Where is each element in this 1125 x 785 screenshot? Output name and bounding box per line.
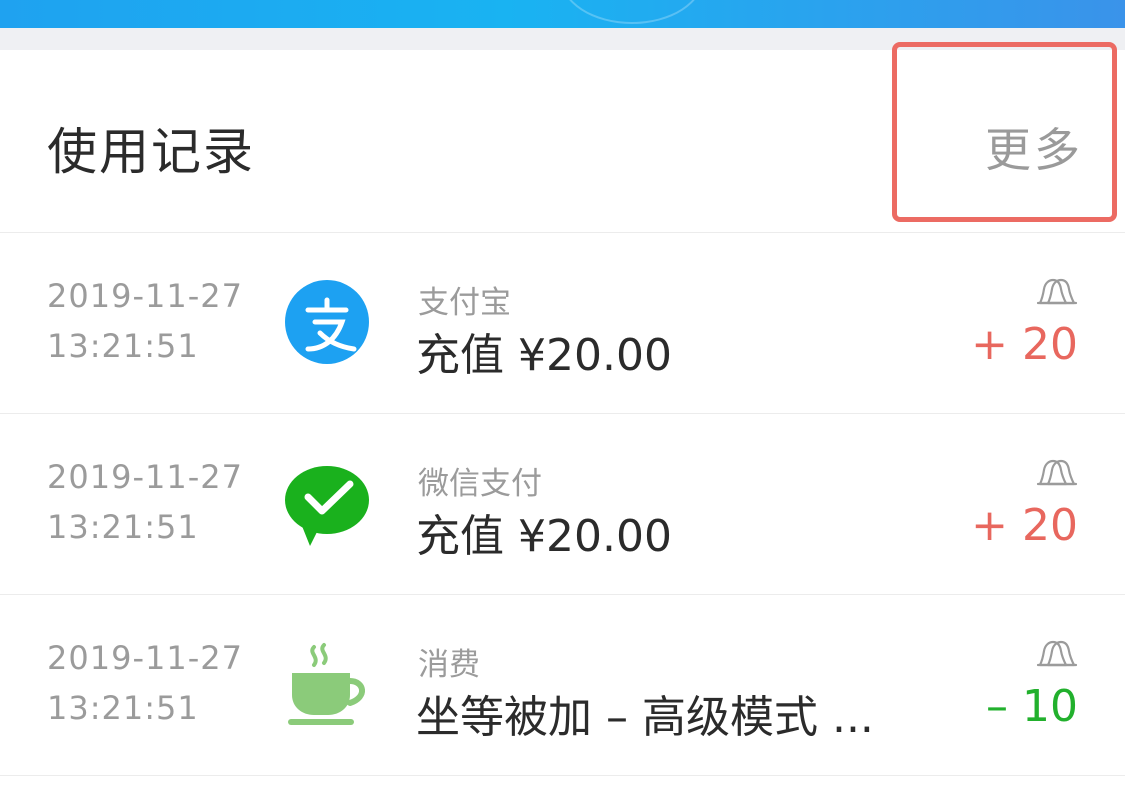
alipay-icon xyxy=(285,280,369,364)
record-date: 2019-11-27 xyxy=(47,277,243,315)
page-title: 使用记录 xyxy=(47,123,255,181)
record-description: 坐等被加 – 高级模式 ... xyxy=(416,692,874,743)
record-amount: + 20 xyxy=(971,319,1078,370)
highlight-box xyxy=(892,42,1117,222)
record-time: 13:21:51 xyxy=(47,689,199,727)
record-source: 支付宝 xyxy=(418,285,511,321)
record-amount: – 10 xyxy=(986,681,1078,732)
usage-records-header: 使用记录 更多 xyxy=(0,42,1125,233)
record-time: 13:21:51 xyxy=(47,327,199,365)
record-date: 2019-11-27 xyxy=(47,458,243,496)
bell-icon xyxy=(1036,459,1078,486)
bell-icon xyxy=(1036,640,1078,667)
record-source: 微信支付 xyxy=(418,466,542,502)
list-item[interactable]: 2019-11-27 13:21:51 支付宝 充值 ¥20.00 + 20 xyxy=(0,233,1125,414)
coffee-cup-icon xyxy=(288,643,365,725)
record-description: 充值 ¥20.00 xyxy=(416,330,672,381)
list-item[interactable]: 2019-11-27 13:21:51 微信支付 充值 ¥20.00 + 20 xyxy=(0,414,1125,595)
record-amount: + 20 xyxy=(971,500,1078,551)
top-banner xyxy=(0,0,1125,28)
bell-icon xyxy=(1036,278,1078,305)
wechat-pay-icon xyxy=(285,466,369,546)
record-time: 13:21:51 xyxy=(47,508,199,546)
record-date: 2019-11-27 xyxy=(47,639,243,677)
record-source: 消费 xyxy=(418,647,480,683)
list-item[interactable]: 2019-11-27 13:21:51 消费 坐等被加 – 高级模式 ... –… xyxy=(0,595,1125,776)
record-description: 充值 ¥20.00 xyxy=(416,511,672,562)
